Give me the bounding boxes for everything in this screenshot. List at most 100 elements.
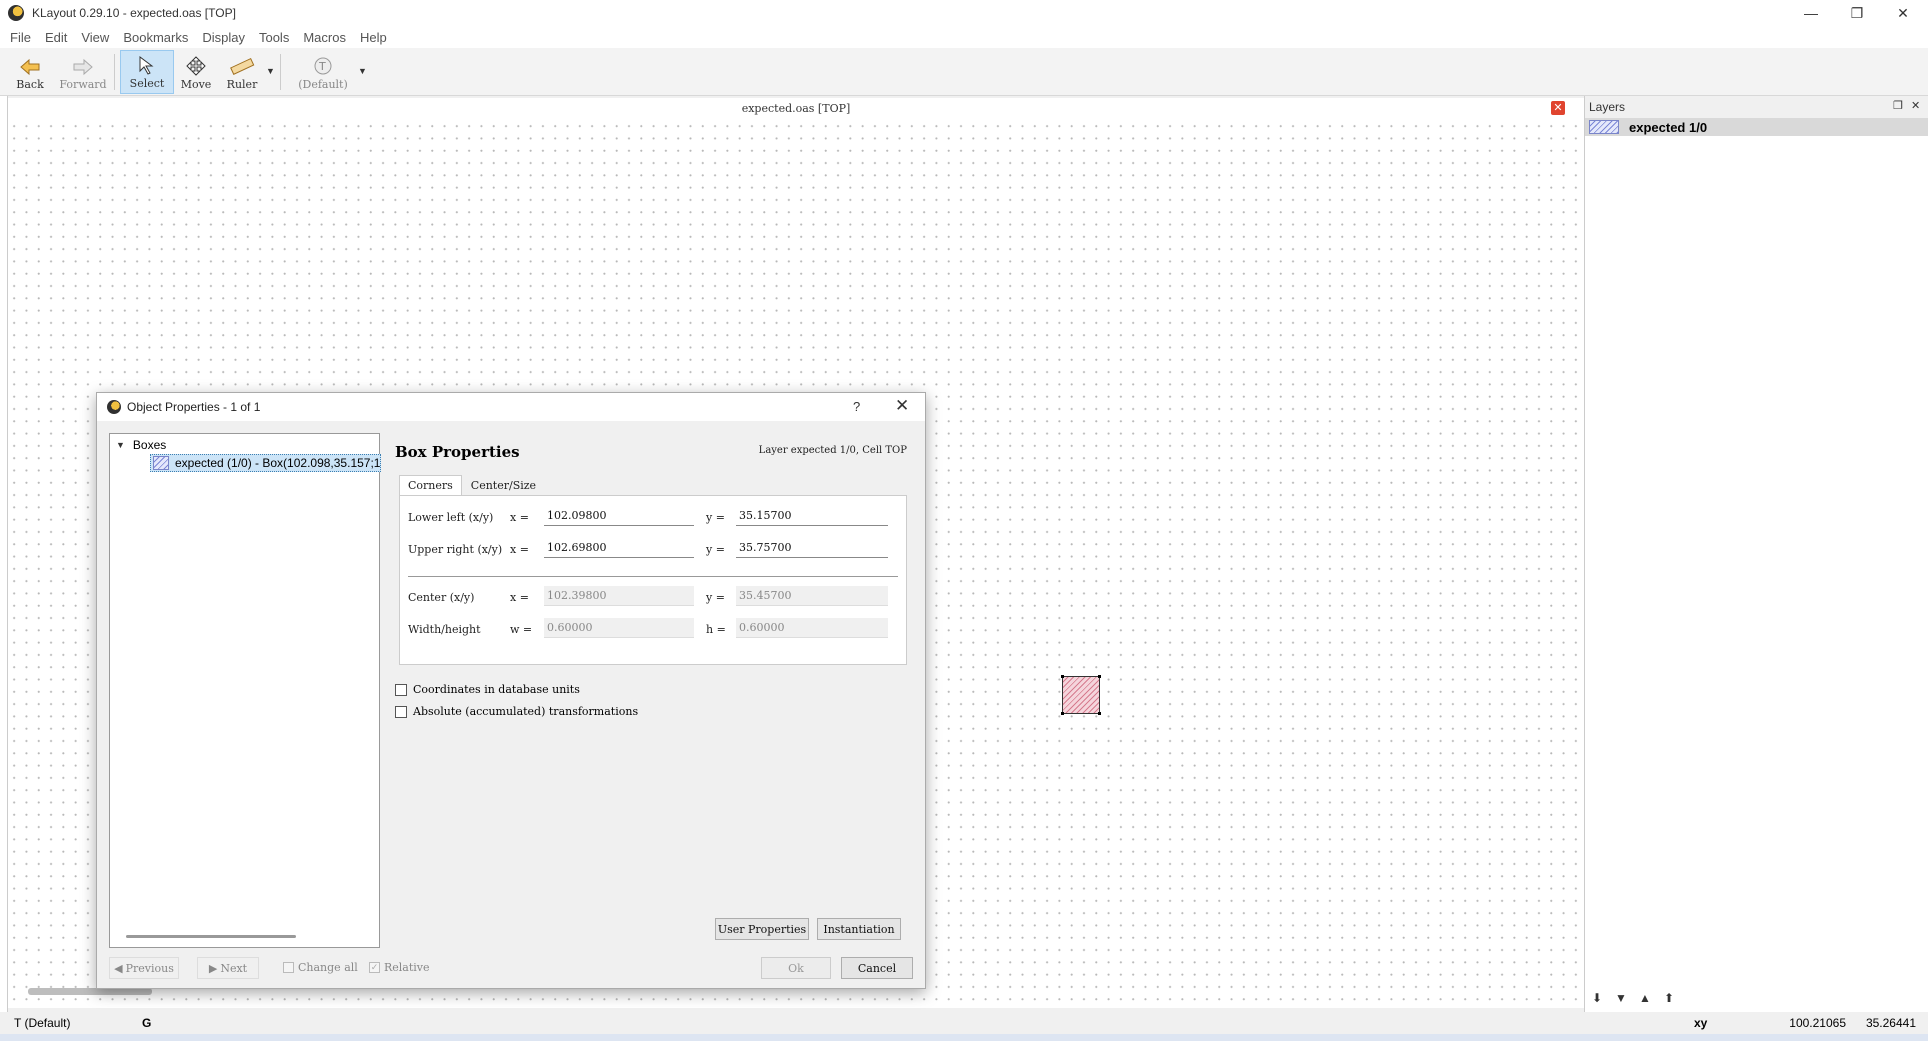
properties-heading: Box Properties bbox=[395, 443, 520, 461]
menu-display[interactable]: Display bbox=[202, 30, 245, 45]
canvas-horizontal-scrollbar[interactable] bbox=[28, 988, 152, 995]
object-tree[interactable]: ▼ Boxes expected (1/0) - Box(102.098,35.… bbox=[109, 433, 381, 948]
float-panel-icon[interactable]: ❐ bbox=[1893, 99, 1903, 112]
abs-transform-checkbox[interactable]: Absolute (accumulated) transformations bbox=[395, 705, 638, 718]
cancel-button[interactable]: Cancel bbox=[841, 957, 913, 979]
menu-bookmarks[interactable]: Bookmarks bbox=[123, 30, 188, 45]
tree-item-label: expected (1/0) - Box(102.098,35.157;102.… bbox=[175, 456, 381, 470]
status-mode: T (Default) bbox=[14, 1016, 71, 1030]
close-window-button[interactable]: ✕ bbox=[1880, 0, 1926, 26]
dialog-title-bar: Object Properties - 1 of 1 ? ✕ bbox=[97, 393, 925, 421]
upper-right-label: Upper right (x/y) bbox=[408, 543, 503, 556]
lower-left-x-input[interactable]: 102.09800 bbox=[544, 506, 694, 526]
minimize-button[interactable]: — bbox=[1788, 0, 1834, 26]
default-template-button[interactable]: T (Default) bbox=[292, 50, 354, 94]
move-to-bottom-icon[interactable]: ⬇ bbox=[1585, 988, 1609, 1008]
tree-root-label: Boxes bbox=[132, 438, 167, 452]
center-label: Center (x/y) bbox=[408, 591, 475, 604]
tab-center-size[interactable]: Center/Size bbox=[461, 475, 546, 495]
ruler-dropdown-icon[interactable]: ▼ bbox=[266, 66, 275, 76]
relative-checkbox[interactable]: ✓ Relative bbox=[369, 961, 430, 974]
status-y-coordinate: 35.26441 bbox=[1865, 1016, 1916, 1030]
x-eq-label: x = bbox=[510, 511, 529, 524]
upper-right-x-input[interactable]: 102.69800 bbox=[544, 538, 694, 558]
layer-order-buttons: ⬇ ▼ ▲ ⬆ bbox=[1585, 988, 1681, 1008]
h-eq-label: h = bbox=[706, 623, 726, 636]
checkbox-box[interactable]: ✓ bbox=[369, 962, 380, 973]
change-all-checkbox[interactable]: Change all bbox=[283, 961, 358, 974]
default-template-label: (Default) bbox=[298, 78, 348, 91]
move-down-icon[interactable]: ▼ bbox=[1609, 988, 1633, 1008]
template-dropdown-icon[interactable]: ▼ bbox=[358, 66, 367, 76]
width-readonly: 0.60000 bbox=[544, 618, 694, 638]
menu-view[interactable]: View bbox=[81, 30, 109, 45]
y-eq-label: y = bbox=[706, 543, 725, 556]
ok-button[interactable]: Ok bbox=[761, 957, 831, 979]
tree-root-boxes[interactable]: ▼ Boxes bbox=[116, 438, 166, 452]
properties-tabs: Corners Center/Size bbox=[399, 475, 546, 495]
back-button[interactable]: Back bbox=[12, 50, 48, 94]
x-eq-label: x = bbox=[510, 543, 529, 556]
layers-header: Layers ❐ ✕ bbox=[1585, 96, 1928, 118]
expand-triangle-icon[interactable]: ▼ bbox=[116, 440, 125, 450]
close-panel-icon[interactable]: ✕ bbox=[1911, 99, 1920, 112]
height-readonly: 0.60000 bbox=[736, 618, 888, 638]
corners-panel: Lower left (x/y) x = 102.09800 y = 35.15… bbox=[399, 495, 907, 665]
tab-corners[interactable]: Corners bbox=[399, 475, 462, 495]
help-button[interactable]: ? bbox=[853, 399, 860, 414]
change-all-label: Change all bbox=[298, 961, 358, 974]
layer-pattern-swatch bbox=[1589, 120, 1619, 134]
status-grid: G bbox=[142, 1016, 152, 1030]
instantiation-button[interactable]: Instantiation bbox=[817, 918, 901, 940]
menu-help[interactable]: Help bbox=[360, 30, 387, 45]
dialog-title: Object Properties - 1 of 1 bbox=[127, 400, 261, 414]
checkbox-box[interactable] bbox=[283, 962, 294, 973]
menu-file[interactable]: File bbox=[10, 30, 31, 45]
layer-cell-info: Layer expected 1/0, Cell TOP bbox=[758, 445, 907, 456]
center-y-readonly: 35.45700 bbox=[736, 586, 888, 606]
forward-button[interactable]: Forward bbox=[58, 50, 108, 94]
close-view-button[interactable]: ✕ bbox=[1551, 101, 1565, 115]
checkbox-box[interactable] bbox=[395, 683, 407, 696]
klayout-window: KLayout 0.29.10 - expected.oas [TOP] — ❐… bbox=[0, 0, 1928, 1041]
dbu-checkbox[interactable]: Coordinates in database units bbox=[395, 683, 580, 696]
dbu-checkbox-label: Coordinates in database units bbox=[413, 683, 580, 696]
move-button[interactable]: Move bbox=[178, 50, 214, 94]
abs-transform-checkbox-label: Absolute (accumulated) transformations bbox=[413, 705, 639, 718]
selection-handle bbox=[1098, 675, 1101, 678]
select-button[interactable]: Select bbox=[120, 50, 174, 94]
move-up-icon[interactable]: ▲ bbox=[1633, 988, 1657, 1008]
status-coord-label: xy bbox=[1694, 1016, 1708, 1030]
tree-horizontal-scrollbar[interactable] bbox=[126, 935, 296, 938]
klayout-logo-icon bbox=[107, 400, 121, 414]
back-label: Back bbox=[16, 78, 44, 91]
move-to-top-icon[interactable]: ⬆ bbox=[1657, 988, 1681, 1008]
relative-label: Relative bbox=[384, 961, 430, 974]
lower-left-y-input[interactable]: 35.15700 bbox=[736, 506, 888, 526]
layer-item[interactable]: expected 1/0 bbox=[1585, 118, 1928, 136]
select-label: Select bbox=[129, 77, 165, 90]
ruler-button[interactable]: Ruler bbox=[222, 50, 262, 94]
next-label: Next bbox=[220, 961, 248, 975]
menu-tools[interactable]: Tools bbox=[259, 30, 289, 45]
menu-macros[interactable]: Macros bbox=[303, 30, 346, 45]
toolbar-separator bbox=[114, 54, 115, 90]
move-arrows-icon bbox=[186, 56, 206, 76]
toolbar: Back Forward Select Move Ruler ▼ T (Defa… bbox=[0, 48, 1928, 96]
user-properties-button[interactable]: User Properties bbox=[715, 918, 809, 940]
menu-edit[interactable]: Edit bbox=[45, 30, 67, 45]
svg-text:T: T bbox=[318, 60, 326, 73]
maximize-button[interactable]: ❐ bbox=[1834, 0, 1880, 26]
dialog-close-button[interactable]: ✕ bbox=[895, 396, 909, 416]
selection-handle bbox=[1061, 675, 1064, 678]
forward-label: Forward bbox=[59, 78, 107, 91]
previous-button[interactable]: ◀ Previous bbox=[109, 957, 179, 979]
upper-right-y-input[interactable]: 35.75700 bbox=[736, 538, 888, 558]
next-button[interactable]: ▶ Next bbox=[197, 957, 259, 979]
selected-box-shape[interactable] bbox=[1061, 675, 1101, 715]
ruler-label: Ruler bbox=[226, 78, 258, 91]
checkbox-box[interactable] bbox=[395, 705, 407, 718]
tree-item-box[interactable]: expected (1/0) - Box(102.098,35.157;102.… bbox=[150, 454, 381, 472]
left-dock-strip bbox=[0, 96, 8, 1016]
layers-panel: Layers ❐ ✕ expected 1/0 ⬇ ▼ ▲ ⬆ bbox=[1584, 96, 1928, 1016]
